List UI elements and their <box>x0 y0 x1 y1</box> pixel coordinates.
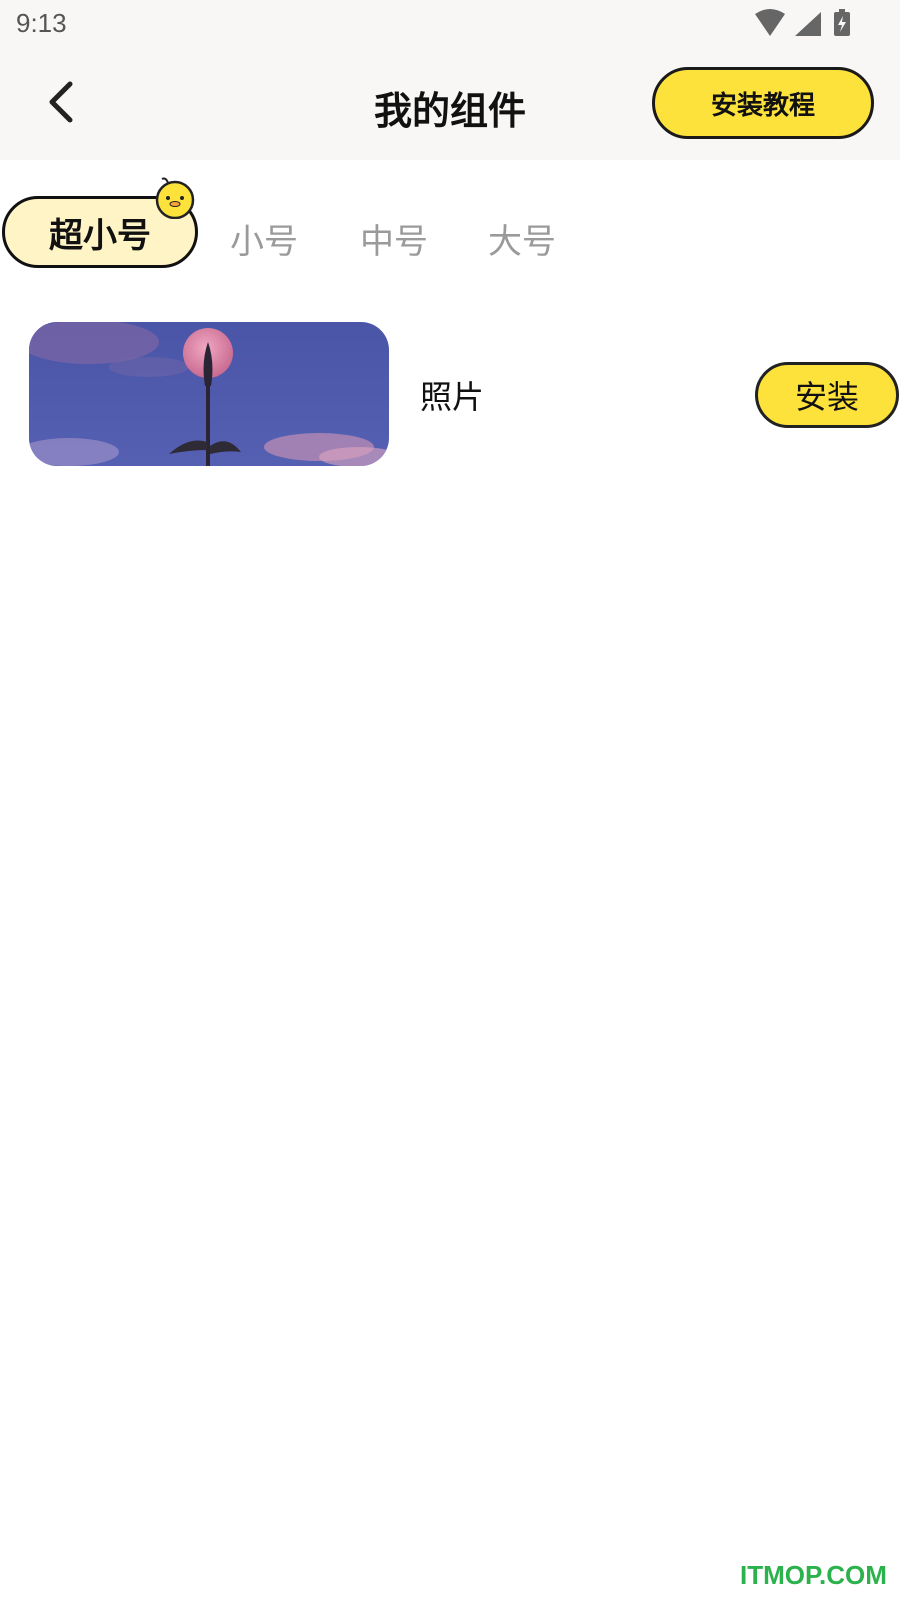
tab-label: 超小号 <box>49 215 151 256</box>
tab-small[interactable]: 小号 <box>230 214 298 263</box>
signal-icon <box>795 12 821 36</box>
install-button[interactable]: 安装 <box>755 362 899 428</box>
battery-charging-icon <box>834 9 850 36</box>
widget-thumbnail[interactable] <box>29 322 389 466</box>
wifi-icon <box>755 9 785 36</box>
app-header: 我的组件 安装教程 <box>0 50 900 160</box>
widget-list-item: 照片 安装 <box>0 322 900 468</box>
size-tabs: 超小号 小号 中号 大号 <box>0 177 900 280</box>
tab-large[interactable]: 大号 <box>488 214 556 263</box>
status-icons <box>755 9 850 36</box>
moon-flower-photo <box>29 322 389 466</box>
watermark: ITMOP.COM <box>740 1560 887 1590</box>
chick-icon <box>155 177 195 219</box>
install-tutorial-button[interactable]: 安装教程 <box>652 67 874 139</box>
tab-medium[interactable]: 中号 <box>360 214 428 263</box>
status-bar: 9:13 <box>0 0 900 50</box>
widget-name: 照片 <box>420 378 485 416</box>
status-time: 9:13 <box>16 8 67 38</box>
